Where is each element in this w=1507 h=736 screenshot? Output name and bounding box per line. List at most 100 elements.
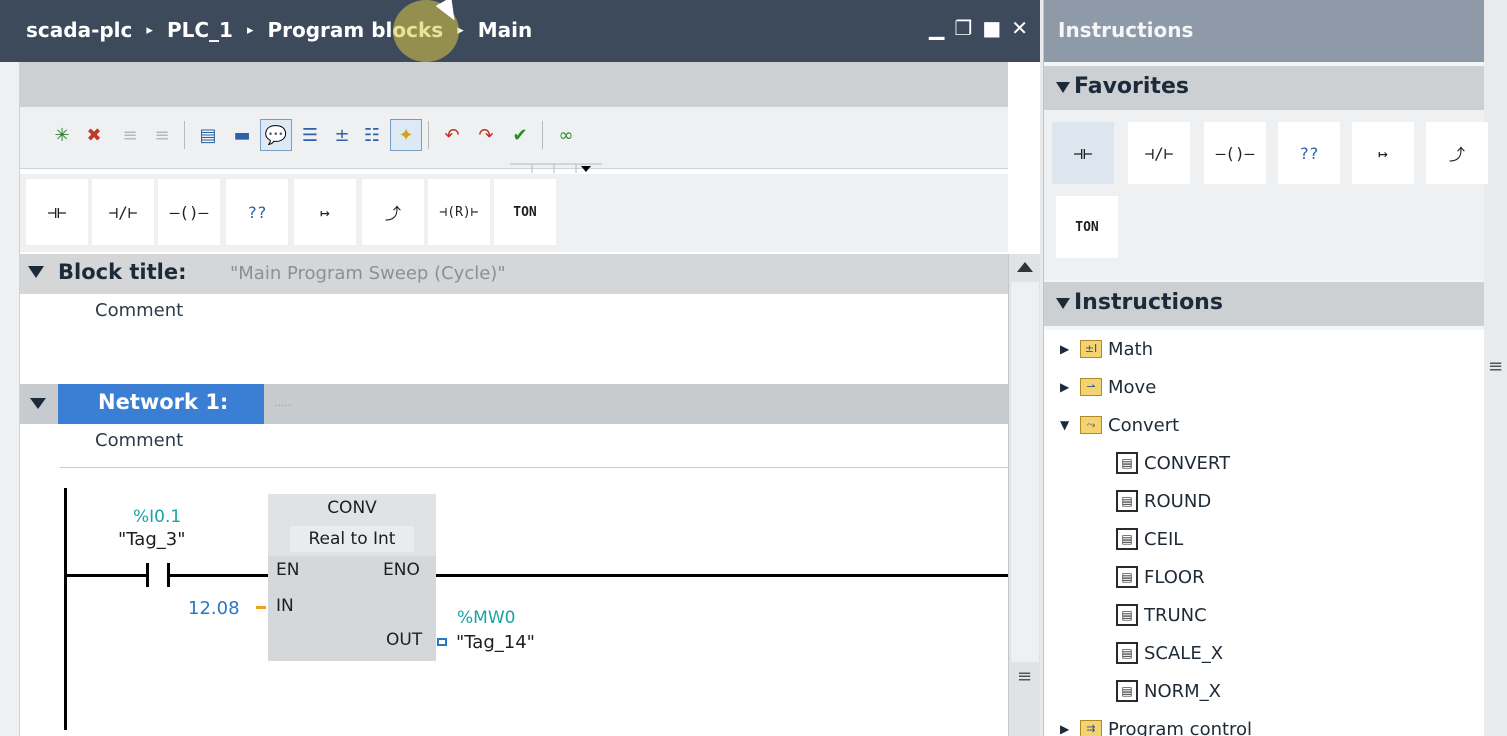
- ton-timer-button[interactable]: TON: [494, 179, 556, 245]
- in-value[interactable]: 12.08: [188, 598, 240, 619]
- tree-item-floor[interactable]: ▤ FLOOR: [1044, 558, 1484, 596]
- out-tag[interactable]: "Tag_14": [456, 632, 535, 653]
- expand-arrow-icon[interactable]: ▶: [1060, 722, 1074, 736]
- scroll-thumb[interactable]: [1011, 282, 1039, 662]
- tree-item-convert[interactable]: ▤ CONVERT: [1044, 444, 1484, 482]
- tree-label: SCALE_X: [1144, 642, 1224, 664]
- fav-ton-timer[interactable]: TON: [1056, 196, 1118, 258]
- delete-row-icon[interactable]: ≡: [146, 119, 178, 151]
- favorites-section-header[interactable]: Favorites: [1044, 66, 1484, 110]
- collapse-arrow-icon[interactable]: ▼: [1060, 418, 1074, 432]
- tree-label: TRUNC: [1144, 604, 1207, 626]
- contact-address[interactable]: %I0.1: [133, 507, 181, 527]
- maximize-icon[interactable]: ■: [982, 16, 1001, 40]
- no-contact-button[interactable]: ⊣⊢: [26, 179, 88, 245]
- pin-in: IN: [276, 596, 294, 616]
- network-title-placeholder[interactable]: .....: [274, 396, 291, 409]
- tree-folder-convert[interactable]: ▼ ⤳ Convert: [1044, 406, 1484, 444]
- collapse-triangle-icon[interactable]: [28, 266, 44, 278]
- close-branch-button[interactable]: ⤴: [362, 179, 424, 245]
- tree-label: Program control: [1108, 718, 1253, 736]
- tree-item-ceil[interactable]: ▤ CEIL: [1044, 520, 1484, 558]
- tree-label: Math: [1108, 338, 1154, 360]
- instruction-box-icon: ▤: [1116, 490, 1138, 512]
- expand-collapse-icon[interactable]: ±: [326, 119, 358, 151]
- empty-box-button[interactable]: ??: [226, 179, 288, 245]
- restore-icon[interactable]: ❐: [954, 16, 972, 40]
- go-to-next-error-icon[interactable]: ↷: [470, 119, 502, 151]
- tree-label: NORM_X: [1144, 680, 1222, 702]
- block-comment[interactable]: Comment: [95, 300, 183, 321]
- network-title: Network 1:: [98, 390, 229, 414]
- close-icon[interactable]: ✕: [1011, 16, 1028, 40]
- delete-network-icon[interactable]: ✖: [78, 119, 110, 151]
- contact-tag[interactable]: "Tag_3": [118, 529, 185, 550]
- conv-type-selector[interactable]: Real to Int: [290, 526, 414, 552]
- breadcrumb-item-main[interactable]: Main: [478, 18, 533, 42]
- go-to-previous-error-icon[interactable]: ↶: [436, 119, 468, 151]
- block-title-header[interactable]: Block title: "Main Program Sweep (Cycle)…: [20, 254, 1008, 294]
- rung-wire: [170, 574, 268, 577]
- rung-wire: [66, 574, 146, 577]
- monitoring-icon[interactable]: ∞: [550, 119, 582, 151]
- collapse-triangle-icon[interactable]: [1056, 298, 1070, 309]
- download-icon[interactable]: ✔: [504, 119, 536, 151]
- editor-toolbar: ✳ ✖ ≡ ≡ ▤ ▬ 💬 ☰ ± ☷ ✦ ↶ ↷ ✔ ∞: [20, 107, 1008, 173]
- breadcrumb-item-project[interactable]: scada-plc: [26, 18, 132, 42]
- out-address[interactable]: %MW0: [457, 608, 515, 628]
- conv-block-name: CONV: [327, 498, 377, 518]
- scroll-up-icon[interactable]: [1017, 262, 1033, 272]
- expand-arrow-icon[interactable]: ▶: [1060, 342, 1074, 356]
- contact-left-bar[interactable]: [146, 563, 149, 587]
- network-divider: [60, 467, 1008, 468]
- tree-folder-math[interactable]: ▶ ±I Math: [1044, 330, 1484, 368]
- breadcrumb-item-plc[interactable]: PLC_1: [167, 18, 233, 42]
- in-connector: [256, 606, 266, 609]
- expand-arrow-icon[interactable]: ▶: [1060, 380, 1074, 394]
- tree-item-trunc[interactable]: ▤ TRUNC: [1044, 596, 1484, 634]
- tree-label: CEIL: [1144, 528, 1184, 550]
- minimize-icon[interactable]: ▁: [929, 16, 944, 40]
- tree-item-norm-x[interactable]: ▤ NORM_X: [1044, 672, 1484, 710]
- instructions-section-header[interactable]: Instructions: [1044, 282, 1484, 326]
- tree-item-round[interactable]: ▤ ROUND: [1044, 482, 1484, 520]
- fav-coil[interactable]: —()—: [1204, 122, 1266, 184]
- block-title-value[interactable]: "Main Program Sweep (Cycle)": [230, 263, 506, 284]
- insert-network-icon[interactable]: ✳: [46, 119, 78, 151]
- insert-row-icon[interactable]: ≡: [114, 119, 146, 151]
- fav-empty-box[interactable]: ??: [1278, 122, 1340, 184]
- network-comment[interactable]: Comment: [95, 430, 183, 451]
- insert-favorites-icon[interactable]: ✦: [390, 119, 422, 151]
- out-connector: [437, 638, 447, 646]
- network-1-header[interactable]: Network 1: .....: [20, 384, 1008, 424]
- instruction-box-icon: ▤: [1116, 566, 1138, 588]
- comment-icon[interactable]: 💬: [260, 119, 292, 151]
- editor-vertical-scrollbar[interactable]: ≡: [1008, 254, 1040, 736]
- collapse-triangle-icon[interactable]: [1056, 82, 1070, 93]
- pane-resize-grip-icon[interactable]: ≡: [1488, 356, 1503, 377]
- tree-folder-move[interactable]: ▶ ⇀ Move: [1044, 368, 1484, 406]
- favorites-label: Favorites: [1074, 74, 1189, 99]
- favorites-icon[interactable]: ☰: [294, 119, 326, 151]
- math-folder-icon: ±I: [1080, 340, 1102, 358]
- conv-block[interactable]: CONV Real to Int EN ENO IN OUT: [268, 494, 436, 661]
- tree-folder-program-control[interactable]: ▶ ⇉ Program control: [1044, 710, 1484, 736]
- fav-nc-contact[interactable]: ⊣/⊢: [1128, 122, 1190, 184]
- network-overview-icon[interactable]: ▬: [226, 119, 258, 151]
- fav-close-branch[interactable]: ⤴: [1426, 122, 1488, 184]
- left-edge-strip: [0, 0, 20, 736]
- tree-label: Convert: [1108, 414, 1180, 436]
- show-list-icon[interactable]: ☷: [356, 119, 388, 151]
- reset-coil-button[interactable]: ⊣(R)⊢: [428, 179, 490, 245]
- tree-item-scale-x[interactable]: ▤ SCALE_X: [1044, 634, 1484, 672]
- fav-open-branch[interactable]: ↦: [1352, 122, 1414, 184]
- nc-contact-button[interactable]: ⊣/⊢: [92, 179, 154, 245]
- collapse-triangle-icon[interactable]: [30, 398, 46, 409]
- instructions-pane-title: Instructions: [1044, 0, 1484, 62]
- absolute-operands-icon[interactable]: ▤: [192, 119, 224, 151]
- coil-button[interactable]: —()—: [158, 179, 220, 245]
- interface-section-band: [20, 62, 1008, 107]
- fav-no-contact[interactable]: ⊣⊢: [1052, 122, 1114, 184]
- split-grip-icon[interactable]: ≡: [1017, 666, 1032, 687]
- open-branch-button[interactable]: ↦: [294, 179, 356, 245]
